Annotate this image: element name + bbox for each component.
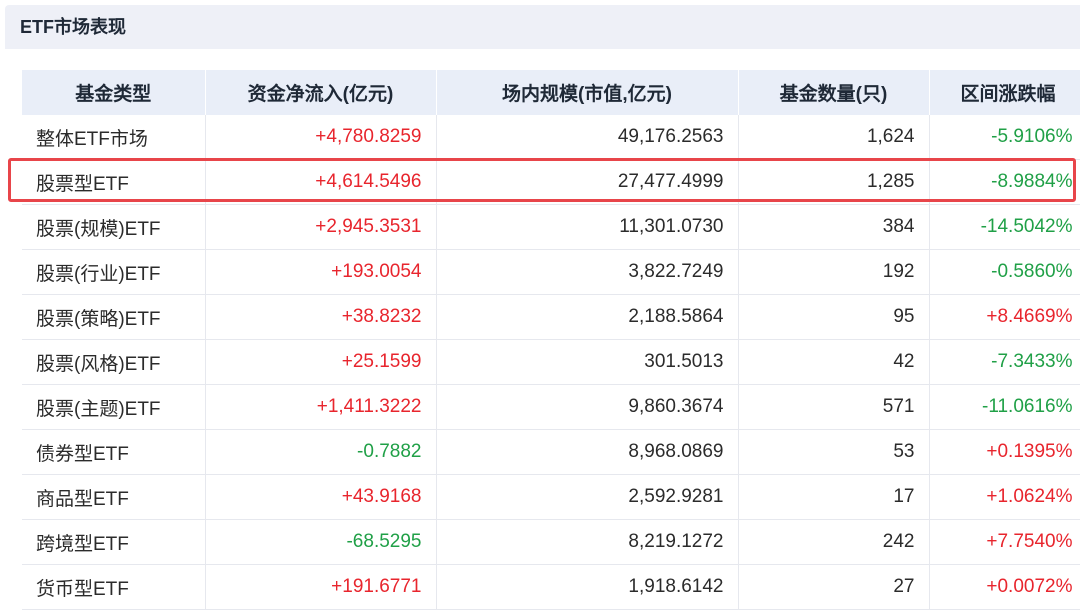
cell-scale: 1,918.6142 <box>436 564 739 610</box>
cell-count: 1,285 <box>738 159 930 205</box>
cell-count: 192 <box>738 249 930 295</box>
table-row[interactable]: 债券型ETF -0.7882 8,968.0869 53 +0.1395% <box>22 429 1080 475</box>
cell-net-inflow: -0.7882 <box>205 429 437 475</box>
table-body: 整体ETF市场 +4,780.8259 49,176.2563 1,624 -5.910… <box>22 115 1080 610</box>
cell-scale: 2,188.5864 <box>436 294 739 340</box>
cell-scale: 8,219.1272 <box>436 519 739 565</box>
column-header-count[interactable]: 基金数量(只) <box>738 70 930 115</box>
cell-fund-type: 整体ETF市场 <box>22 115 206 160</box>
cell-scale: 27,477.4999 <box>436 159 739 205</box>
table-row[interactable]: 跨境型ETF -68.5295 8,219.1272 242 +7.7540% <box>22 519 1080 565</box>
table-row[interactable]: 股票型ETF +4,614.5496 27,477.4999 1,285 -8.9884… <box>22 159 1080 205</box>
column-header-net-inflow[interactable]: 资金净流入(亿元) <box>205 70 437 115</box>
cell-count: 1,624 <box>738 115 930 160</box>
table-row[interactable]: 货币型ETF +191.6771 1,918.6142 27 +0.0072% <box>22 564 1080 610</box>
cell-net-inflow: +2,945.3531 <box>205 204 437 250</box>
cell-scale: 2,592.9281 <box>436 474 739 520</box>
cell-count: 242 <box>738 519 930 565</box>
table-row[interactable]: 股票(行业)ETF +193.0054 3,822.7249 192 -0.5860% <box>22 249 1080 295</box>
cell-scale: 9,860.3674 <box>436 384 739 430</box>
cell-net-inflow: +38.8232 <box>205 294 437 340</box>
cell-count: 571 <box>738 384 930 430</box>
cell-count: 95 <box>738 294 930 340</box>
cell-change: +7.7540% <box>929 519 1080 565</box>
cell-fund-type: 跨境型ETF <box>22 519 206 565</box>
cell-count: 27 <box>738 564 930 610</box>
cell-fund-type: 股票型ETF <box>22 159 206 205</box>
cell-fund-type: 股票(行业)ETF <box>22 249 206 295</box>
cell-change: +0.1395% <box>929 429 1080 475</box>
cell-net-inflow: +4,780.8259 <box>205 115 437 160</box>
cell-change: -8.9884% <box>929 159 1080 205</box>
cell-change: -0.5860% <box>929 249 1080 295</box>
cell-fund-type: 股票(规模)ETF <box>22 204 206 250</box>
cell-fund-type: 股票(主题)ETF <box>22 384 206 430</box>
cell-fund-type: 股票(策略)ETF <box>22 294 206 340</box>
table-row[interactable]: 商品型ETF +43.9168 2,592.9281 17 +1.0624% <box>22 474 1080 520</box>
cell-net-inflow: +193.0054 <box>205 249 437 295</box>
table-row[interactable]: 股票(主题)ETF +1,411.3222 9,860.3674 571 -11.061… <box>22 384 1080 430</box>
cell-change: -14.5042% <box>929 204 1080 250</box>
cell-count: 384 <box>738 204 930 250</box>
column-header-type[interactable]: 基金类型 <box>22 70 206 115</box>
cell-change: -5.9106% <box>929 115 1080 160</box>
cell-fund-type: 货币型ETF <box>22 564 206 610</box>
cell-net-inflow: -68.5295 <box>205 519 437 565</box>
cell-count: 42 <box>738 339 930 385</box>
etf-performance-panel: ETF市场表现 基金类型 资金净流入(亿元) 场内规模(市值,亿元) 基金数量(… <box>0 0 1080 611</box>
panel-header: ETF市场表现 <box>5 5 1080 49</box>
cell-change: +8.4669% <box>929 294 1080 340</box>
cell-net-inflow: +43.9168 <box>205 474 437 520</box>
cell-scale: 49,176.2563 <box>436 115 739 160</box>
cell-scale: 8,968.0869 <box>436 429 739 475</box>
column-header-change[interactable]: 区间涨跌幅 <box>929 70 1080 115</box>
cell-count: 17 <box>738 474 930 520</box>
cell-scale: 11,301.0730 <box>436 204 739 250</box>
cell-scale: 301.5013 <box>436 339 739 385</box>
cell-fund-type: 商品型ETF <box>22 474 206 520</box>
table-row[interactable]: 股票(策略)ETF +38.8232 2,188.5864 95 +8.4669% <box>22 294 1080 340</box>
cell-fund-type: 股票(风格)ETF <box>22 339 206 385</box>
table-header-row: 基金类型 资金净流入(亿元) 场内规模(市值,亿元) 基金数量(只) 区间涨跌幅 <box>22 70 1080 115</box>
cell-scale: 3,822.7249 <box>436 249 739 295</box>
cell-count: 53 <box>738 429 930 475</box>
cell-change: +0.0072% <box>929 564 1080 610</box>
cell-net-inflow: +25.1599 <box>205 339 437 385</box>
panel-title: ETF市场表现 <box>20 17 126 37</box>
table-row[interactable]: 股票(风格)ETF +25.1599 301.5013 42 -7.3433% <box>22 339 1080 385</box>
cell-change: -11.0616% <box>929 384 1080 430</box>
table-row[interactable]: 股票(规模)ETF +2,945.3531 11,301.0730 384 -14.50… <box>22 204 1080 250</box>
cell-net-inflow: +191.6771 <box>205 564 437 610</box>
cell-change: +1.0624% <box>929 474 1080 520</box>
etf-table: 基金类型 资金净流入(亿元) 场内规模(市值,亿元) 基金数量(只) 区间涨跌幅… <box>22 70 1080 610</box>
table-row[interactable]: 整体ETF市场 +4,780.8259 49,176.2563 1,624 -5.910… <box>22 115 1080 160</box>
cell-change: -7.3433% <box>929 339 1080 385</box>
column-header-scale[interactable]: 场内规模(市值,亿元) <box>436 70 739 115</box>
cell-fund-type: 债券型ETF <box>22 429 206 475</box>
cell-net-inflow: +1,411.3222 <box>205 384 437 430</box>
cell-net-inflow: +4,614.5496 <box>205 159 437 205</box>
